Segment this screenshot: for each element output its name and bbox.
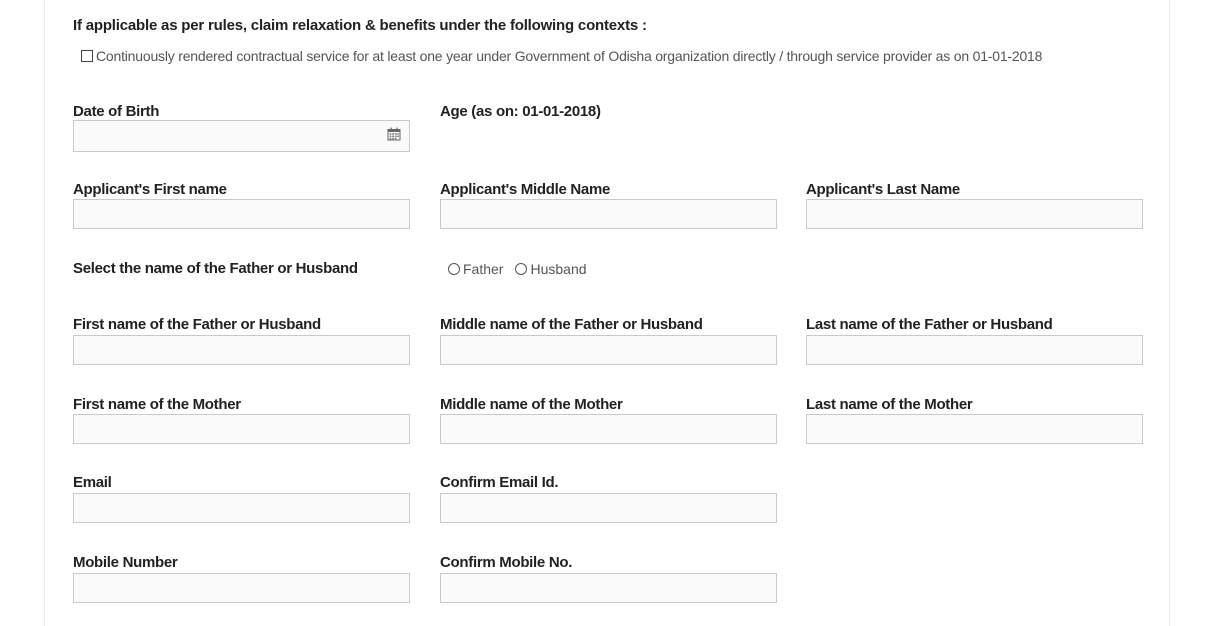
father-husband-last-name-input[interactable] <box>806 335 1143 365</box>
dob-field-wrapper <box>73 120 410 152</box>
father-husband-first-name-label: First name of the Father or Husband <box>73 316 321 333</box>
husband-radio-option[interactable]: Husband <box>515 261 587 277</box>
mother-middle-name-label: Middle name of the Mother <box>440 396 623 413</box>
dob-input[interactable] <box>73 120 410 152</box>
applicant-middle-name-input[interactable] <box>440 199 777 229</box>
confirm-email-input[interactable] <box>440 493 777 523</box>
applicant-first-name-input[interactable] <box>73 199 410 229</box>
confirm-mobile-label: Confirm Mobile No. <box>440 554 573 571</box>
mother-last-name-label: Last name of the Mother <box>806 396 973 413</box>
mother-first-name-label: First name of the Mother <box>73 396 241 413</box>
applicant-first-name-label: Applicant's First name <box>73 181 227 198</box>
father-radio-label: Father <box>463 261 504 277</box>
father-husband-middle-name-input[interactable] <box>440 335 777 365</box>
calendar-icon[interactable] <box>387 127 401 141</box>
age-label: Age (as on: 01-01-2018) <box>440 103 601 120</box>
mother-last-name-input[interactable] <box>806 414 1143 444</box>
relation-select-label: Select the name of the Father or Husband <box>73 260 358 277</box>
contractual-service-label: Continuously rendered contractual servic… <box>96 48 1043 64</box>
husband-radio[interactable] <box>515 263 528 275</box>
email-input[interactable] <box>73 493 410 523</box>
relation-radio-group: Father Husband <box>448 261 599 277</box>
father-radio-option[interactable]: Father <box>448 261 503 277</box>
father-husband-middle-name-label: Middle name of the Father or Husband <box>440 316 703 333</box>
mother-first-name-input[interactable] <box>73 414 410 444</box>
applicant-middle-name-label: Applicant's Middle Name <box>440 181 611 198</box>
contractual-service-option[interactable]: Continuously rendered contractual servic… <box>81 48 1042 64</box>
confirm-email-label: Confirm Email Id. <box>440 474 559 491</box>
applicant-last-name-label: Applicant's Last Name <box>806 181 960 198</box>
father-radio[interactable] <box>448 263 460 275</box>
confirm-mobile-input[interactable] <box>440 573 777 603</box>
email-label: Email <box>73 474 112 491</box>
contractual-service-checkbox[interactable] <box>81 50 93 62</box>
father-husband-last-name-label: Last name of the Father or Husband <box>806 316 1053 333</box>
father-husband-first-name-input[interactable] <box>73 335 410 365</box>
form-panel: If applicable as per rules, claim relaxa… <box>44 0 1170 626</box>
mobile-number-label: Mobile Number <box>73 554 178 571</box>
relaxation-heading: If applicable as per rules, claim relaxa… <box>73 17 647 34</box>
applicant-last-name-input[interactable] <box>806 199 1143 229</box>
mother-middle-name-input[interactable] <box>440 414 777 444</box>
dob-label: Date of Birth <box>73 103 160 120</box>
mobile-number-input[interactable] <box>73 573 410 603</box>
husband-radio-label: Husband <box>530 261 587 277</box>
